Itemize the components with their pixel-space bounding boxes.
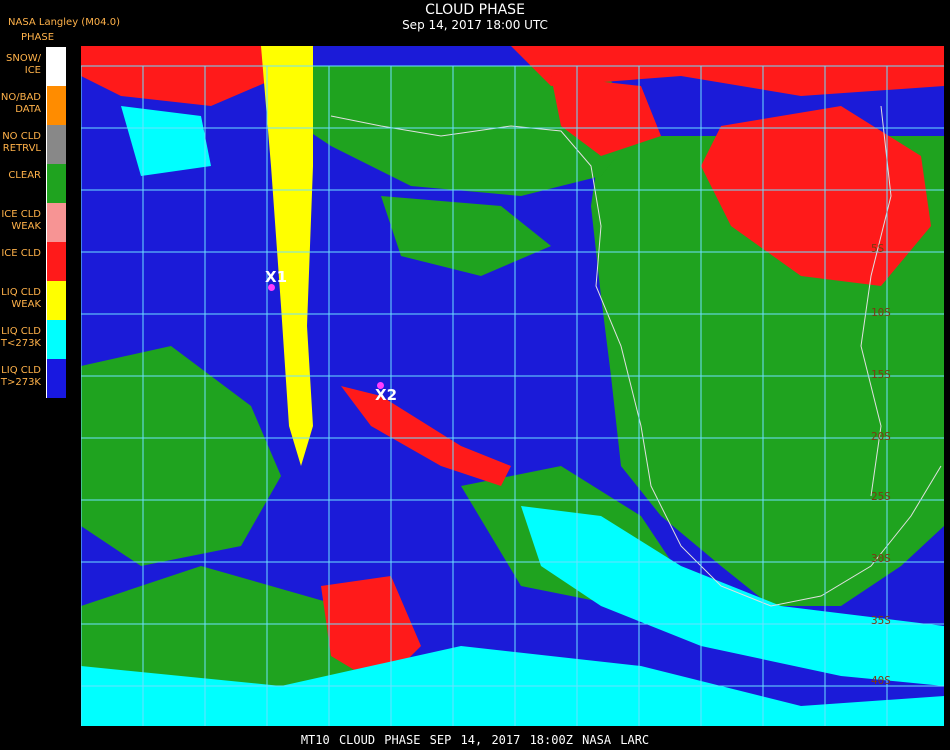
legend-item-liq-cld-cold: LIQ CLD T<273K	[0, 320, 66, 359]
lat-label-35s: 35S	[871, 614, 891, 627]
clear-region-band	[381, 196, 551, 276]
phase-legend: SNOW/ ICE NO/BAD DATA NO CLD RETRVL CLEA…	[0, 47, 66, 398]
legend-item-snow-ice: SNOW/ ICE	[0, 47, 66, 86]
clear-region-west	[81, 346, 281, 566]
legend-swatch	[46, 320, 66, 359]
legend-label: LIQ CLD WEAK	[1, 287, 41, 310]
legend-item-ice-cld: ICE CLD	[0, 242, 66, 281]
legend-label: NO CLD RETRVL	[2, 131, 41, 154]
marker-x2-label: X2	[375, 386, 398, 404]
legend-swatch	[46, 203, 66, 242]
legend-title: PHASE	[21, 32, 55, 43]
legend-swatch	[46, 86, 66, 125]
liq-weak-strip	[261, 46, 313, 466]
legend-item-no-cld-retrvl: NO CLD RETRVL	[0, 125, 66, 164]
lat-label-10s: 10S	[871, 306, 891, 319]
legend-swatch	[46, 359, 66, 398]
map-canvas	[81, 46, 944, 726]
liq-cold-patch-northwest	[121, 106, 211, 176]
chart-timestamp: Sep 14, 2017 18:00 UTC	[402, 18, 548, 32]
legend-item-liq-cld-weak: LIQ CLD WEAK	[0, 281, 66, 320]
footer-caption: MT10 CLOUD PHASE SEP 14, 2017 18:00Z NAS…	[300, 733, 650, 747]
lat-label-25s: 25S	[871, 490, 891, 503]
legend-item-clear: CLEAR	[0, 164, 66, 203]
provider-label: NASA Langley (M04.0)	[8, 17, 120, 28]
lat-label-5s: 5S	[871, 242, 885, 255]
lat-label-20s: 20S	[871, 430, 891, 443]
lat-label-15s: 15S	[871, 368, 891, 381]
legend-label: LIQ CLD T>273K	[0, 365, 41, 388]
legend-label: ICE CLD WEAK	[1, 209, 41, 232]
ice-region-top-left	[81, 46, 281, 106]
marker-x1-label: X1	[265, 268, 288, 286]
legend-item-no-bad-data: NO/BAD DATA	[0, 86, 66, 125]
legend-swatch	[46, 281, 66, 320]
legend-label: NO/BAD DATA	[0, 92, 41, 115]
lat-label-30s: 30S	[871, 552, 891, 565]
lat-label-40s: 40S	[871, 674, 891, 687]
legend-swatch	[46, 242, 66, 281]
ice-streak-mid	[341, 386, 511, 486]
legend-item-liq-cld-warm: LIQ CLD T>273K	[0, 359, 66, 398]
legend-label: SNOW/ ICE	[6, 53, 41, 76]
legend-swatch	[46, 47, 66, 86]
cloud-phase-map[interactable]: 5S 10S 15S 20S 25S 30S 35S 40S X1 X2	[81, 46, 944, 726]
legend-label: LIQ CLD T<273K	[0, 326, 41, 349]
legend-item-ice-cld-weak: ICE CLD WEAK	[0, 203, 66, 242]
legend-label: CLEAR	[8, 170, 41, 181]
legend-swatch	[46, 125, 66, 164]
chart-title: CLOUD PHASE	[425, 2, 525, 18]
legend-swatch	[46, 164, 66, 203]
legend-label: ICE CLD	[1, 248, 41, 259]
